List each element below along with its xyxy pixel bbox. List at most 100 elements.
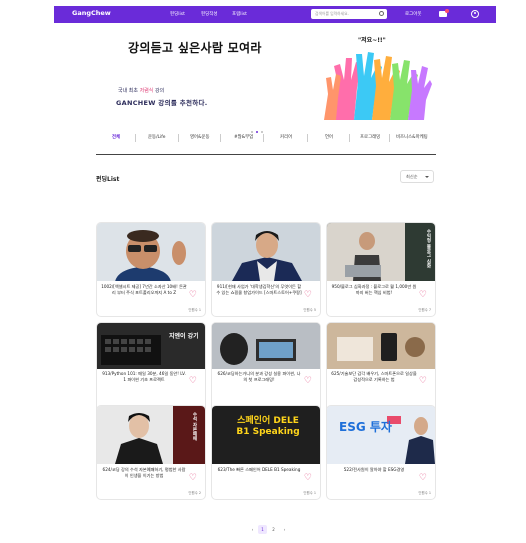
card-thumbnail: 지엔이 강기 <box>97 323 205 369</box>
card-thumbnail <box>97 223 205 281</box>
heart-icon[interactable]: ♡ <box>304 474 312 483</box>
category-tab-exercise[interactable]: 운동/Life <box>148 134 165 140</box>
card-title: 1002/[엑셀시트 제공] 7년간 소자산 10배! 돈관리 부터 주식 포트… <box>101 284 187 295</box>
pagination-page-1[interactable]: 1 <box>258 525 267 534</box>
category-separator <box>263 134 264 142</box>
pagination-next[interactable]: › <box>280 525 289 534</box>
heart-icon[interactable]: ♡ <box>304 291 312 300</box>
raised-hands-illustration <box>324 52 432 120</box>
funding-card[interactable]: ESG 투자 522/전사원이 알아야 할 ESG경영 ♡ 인원수 1 <box>326 405 436 500</box>
person-laptop-photo <box>327 223 405 281</box>
category-separator <box>307 134 308 142</box>
card-title: 623/The 빠른 스페인어 DELE B1 Speaking <box>217 467 301 472</box>
pagination-page-2[interactable]: 2 <box>269 525 278 534</box>
category-tabs: 전체 운동/Life 영어&운동 #많&부업 커리어 언어 프로그래밍 비즈니스… <box>96 131 436 147</box>
card-count: 인원수 5 <box>303 308 316 312</box>
heart-icon[interactable]: ♡ <box>419 474 427 483</box>
category-tab-career[interactable]: 커리어 <box>280 134 292 140</box>
funding-card[interactable]: 911/[현재 사업가 '대학생김학신'의 무엇이든 할 수 있는 쇼핑몰 창업… <box>211 222 321 317</box>
card-thumbnail: ESG 투자 <box>327 406 435 464</box>
hero-banner[interactable]: 강의듣고 싶은사람 모여라 국내 최초 저렴식 강의 GANCHEW 강의를 추… <box>96 30 436 122</box>
search-input[interactable]: 검색어를 입력하세요. <box>311 9 387 19</box>
category-tab-programming[interactable]: 프로그래밍 <box>360 134 380 140</box>
sort-selected: 최신순 <box>406 174 418 179</box>
logout-link[interactable]: 로그아웃 <box>405 11 422 17</box>
card-thumbnail <box>212 323 320 369</box>
heart-icon[interactable]: ♡ <box>419 291 427 300</box>
card-thumbnail: 수익형 블로그 심화 <box>327 223 435 281</box>
category-separator <box>389 134 390 142</box>
card-title: 950/블로그 심화과정 : 블로그로 월 1,000만 원까지 버는 핵심 비… <box>331 284 417 295</box>
user-icon[interactable] <box>471 10 479 18</box>
search-placeholder: 검색어를 입력하세요. <box>315 11 349 16</box>
card-title: 625/기술보단 감각 배우기, 스마트폰으로 일상을 감성적으로 기록하는 법 <box>331 371 417 382</box>
card-thumbnail: 스페인어 DELE B1 Speaking <box>212 406 320 464</box>
card-title: 913/Python 101: 매일 30분, 46일 동안! LV. 1 파이… <box>102 371 186 382</box>
category-tab-english[interactable]: 영어&운동 <box>190 134 210 140</box>
funding-card[interactable]: 626/코딩하는거니의 분과 강성 실용 파이썬, 나의 첫 프로그래밍! ♡ … <box>211 322 321 417</box>
list-title: 펀딩List <box>96 176 120 183</box>
funding-card[interactable]: 1002/[엑셀시트 제공] 7년간 소자산 10배! 돈관리 부터 주식 포트… <box>96 222 206 317</box>
heart-icon[interactable]: ♡ <box>189 291 197 300</box>
top-navbar: GangChew 펀딩list 펀딩작성 포럼list 검색어를 입력하세요. … <box>54 6 496 23</box>
pagination-prev[interactable]: ‹ <box>248 525 257 534</box>
card-count: 인원수 1 <box>418 491 431 495</box>
nav-link-forum-list[interactable]: 포럼list <box>232 11 247 17</box>
card-title: 911/[현재 사업가 '대학생김학신'의 무엇이든 할 수 있는 쇼핑몰 창업… <box>216 284 302 295</box>
category-tab-business[interactable]: 비즈니스&마케팅 <box>396 134 428 140</box>
category-tab-language[interactable]: 언어 <box>325 134 333 140</box>
funding-card[interactable]: 스페인어 DELE B1 Speaking 623/The 빠른 스페인어 DE… <box>211 405 321 500</box>
notification-badge <box>445 9 449 13</box>
banner-subtitle-highlight: 저렴식 <box>139 88 154 94</box>
chevron-down-icon <box>425 176 429 178</box>
heart-icon[interactable]: ♡ <box>419 377 427 386</box>
banner-tagline: GANCHEW 강의를 추천하다. <box>116 99 208 107</box>
person-photo <box>232 231 302 281</box>
search-icon[interactable] <box>379 11 384 16</box>
funding-card[interactable]: 수석 자본예패 624/코딩 강의 수석 자본예패하기, 평범한 사람이 인생을… <box>96 405 206 500</box>
category-separator <box>135 134 136 142</box>
card-count: 인원수 7 <box>418 308 431 312</box>
card-title: 624/코딩 강의 수석 자본예패하기, 평범한 사람이 인생을 이기는 방법 <box>102 467 186 478</box>
heart-icon[interactable]: ♡ <box>189 377 197 386</box>
esg-illustration <box>327 406 435 464</box>
thumb-caption: 스페인어 DELE B1 Speaking <box>236 416 300 437</box>
category-separator <box>178 134 179 142</box>
category-separator <box>220 134 221 142</box>
funding-card[interactable]: 수익형 블로그 심화 950/블로그 심화과정 : 블로그로 월 1,000만 … <box>326 222 436 317</box>
funding-card[interactable]: 지엔이 강기 913/Python 101: 매일 30분, 46일 동안! L… <box>96 322 206 417</box>
card-count: 인원수 2 <box>188 491 201 495</box>
thumb-caption: 수석 자본예패 <box>192 412 197 441</box>
card-count: 인원수 1 <box>188 308 201 312</box>
desk-photo <box>327 323 435 369</box>
card-title: 522/전사원이 알아야 할 ESG경영 <box>343 467 405 472</box>
avatar-illustration <box>115 230 186 281</box>
card-count: 인원수 1 <box>303 491 316 495</box>
banner-subtitle-pre: 국내 최초 <box>118 88 138 94</box>
thumb-caption: ESG 투자 <box>339 420 392 434</box>
nav-link-funding-list[interactable]: 펀딩list <box>170 11 185 17</box>
heart-icon[interactable]: ♡ <box>189 474 197 483</box>
card-thumbnail <box>327 323 435 369</box>
banner-quote: "저요~!!" <box>358 37 386 44</box>
logo[interactable]: GangChew <box>72 9 111 17</box>
sort-select[interactable]: 최신순 <box>400 170 434 183</box>
section-divider <box>96 154 436 155</box>
category-tab-sidejob[interactable]: #많&부업 <box>234 134 253 140</box>
banner-subtitle: 국내 최초 저렴식 강의 <box>118 87 164 94</box>
thumb-caption: 수익형 블로그 심화 <box>426 229 431 269</box>
card-title: 626/코딩하는거니의 분과 강성 실용 파이썬, 나의 첫 프로그래밍! <box>217 371 301 382</box>
nav-link-funding-write[interactable]: 펀딩작성 <box>201 11 218 17</box>
category-separator <box>349 134 350 142</box>
thumb-caption: 지엔이 강기 <box>169 333 199 340</box>
funding-card[interactable]: 625/기술보단 감각 배우기, 스마트폰으로 일상을 감성적으로 기록하는 법… <box>326 322 436 417</box>
card-thumbnail: 수석 자본예패 <box>97 406 205 464</box>
card-thumbnail <box>212 223 320 281</box>
person-photo <box>115 406 205 464</box>
keyboard-photo <box>101 335 161 365</box>
heart-icon[interactable]: ♡ <box>304 377 312 386</box>
banner-title: 강의듣고 싶은사람 모여라 <box>128 41 262 55</box>
banner-subtitle-post: 강의 <box>155 88 165 94</box>
laptop-photo <box>212 323 320 369</box>
category-tab-all[interactable]: 전체 <box>112 134 120 140</box>
